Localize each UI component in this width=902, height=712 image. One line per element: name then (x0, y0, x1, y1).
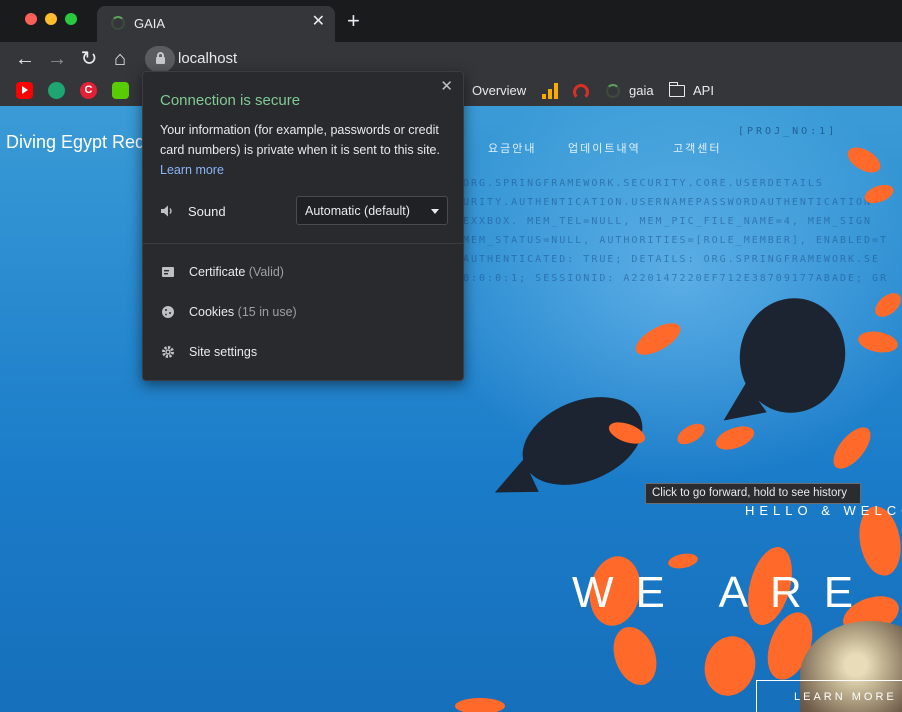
green-logo-icon[interactable] (48, 82, 65, 99)
folder-icon (668, 82, 685, 97)
bookmark-folder-api[interactable]: API (693, 83, 714, 98)
close-window-button[interactable] (25, 13, 37, 25)
debug-text-line: ORG.SPRINGFRAMEWORK.SECURITY.CORE.USERDE… (463, 178, 824, 189)
loading-icon (111, 16, 125, 30)
bookmark-gaia[interactable]: gaia (629, 83, 654, 98)
project-tag: [PROJ_NO:1] (738, 126, 838, 137)
gear-icon (162, 346, 174, 358)
hello-welcome-text: HELLO & WELCOME (745, 503, 902, 518)
nav-support[interactable]: 고객센터 (673, 140, 721, 156)
site-title[interactable]: Diving Egypt Red (6, 132, 145, 153)
browser-tab-gaia[interactable]: GAIA ✕ (97, 6, 335, 42)
back-button[interactable]: ← (13, 47, 37, 71)
youtube-icon[interactable] (16, 82, 33, 99)
new-tab-button[interactable]: + (347, 10, 360, 32)
close-icon[interactable]: ✕ (440, 78, 453, 96)
debug-text-line: AUTHENTICATED: TRUE; DETAILS: ORG.SPRING… (463, 254, 881, 265)
debug-text-line: URITY.AUTHENTICATION.USERNAMEPASSWORDAUT… (463, 197, 873, 208)
title-bar: GAIA ✕ + (0, 0, 902, 42)
connection-status-title: Connection is secure (160, 92, 301, 109)
orange-fish (698, 630, 762, 702)
debug-text-line: EXXBOX. MEM_TEL=NULL, MEM_PIC_FILE_NAME=… (463, 216, 873, 227)
cookies-row[interactable]: Cookies (15 in use) (189, 305, 297, 319)
site-info-popup: Connection is secure ✕ Your information … (142, 71, 464, 381)
red-arc-icon[interactable] (573, 84, 589, 100)
owl-icon[interactable] (112, 82, 129, 99)
cookie-icon (162, 306, 174, 318)
bookmark-overview[interactable]: Overview (472, 83, 526, 98)
sound-label: Sound (188, 204, 226, 219)
speaker-icon (161, 205, 172, 217)
hero-headline: WE ARE (572, 568, 876, 617)
learn-more-button[interactable]: LEARN MORE (756, 680, 902, 712)
debug-text-line: MEM_STATUS=NULL, AUTHORITIES=[ROLE_MEMBE… (463, 235, 889, 246)
minimize-window-button[interactable] (45, 13, 57, 25)
learn-more-link[interactable]: Learn more (160, 163, 224, 177)
certificate-row[interactable]: Certificate (Valid) (189, 265, 284, 279)
home-button[interactable]: ⌂ (108, 47, 132, 71)
divider (143, 243, 463, 244)
dropdown-caret-icon (431, 209, 439, 214)
forward-button[interactable]: → (45, 47, 69, 71)
site-info-button[interactable] (145, 46, 175, 72)
orange-fish (455, 698, 505, 712)
reload-button[interactable]: ↻ (77, 47, 101, 71)
bar-chart-icon[interactable] (542, 83, 558, 99)
sea-light (420, 106, 902, 486)
forward-tooltip: Click to go forward, hold to see history (645, 483, 861, 504)
certificate-icon (162, 267, 174, 277)
tab-title: GAIA (134, 16, 166, 31)
tab-close-icon[interactable]: ✕ (312, 13, 325, 31)
zoom-window-button[interactable] (65, 13, 77, 25)
orange-fish (605, 620, 665, 692)
loading-icon (606, 84, 620, 98)
c-logo-icon[interactable]: C (80, 82, 97, 99)
site-settings-row[interactable]: Site settings (189, 345, 257, 359)
nav-updates[interactable]: 업데이트내역 (568, 140, 641, 156)
nav-pricing[interactable]: 요금안내 (488, 140, 536, 156)
sound-permission-select[interactable]: Automatic (default) (296, 196, 448, 225)
connection-description: Your information (for example, passwords… (160, 123, 440, 177)
address-bar[interactable]: localhost (178, 50, 237, 67)
debug-text-line: 0:0:0:1; SESSIONID: A220147220EF712E3870… (463, 273, 889, 284)
